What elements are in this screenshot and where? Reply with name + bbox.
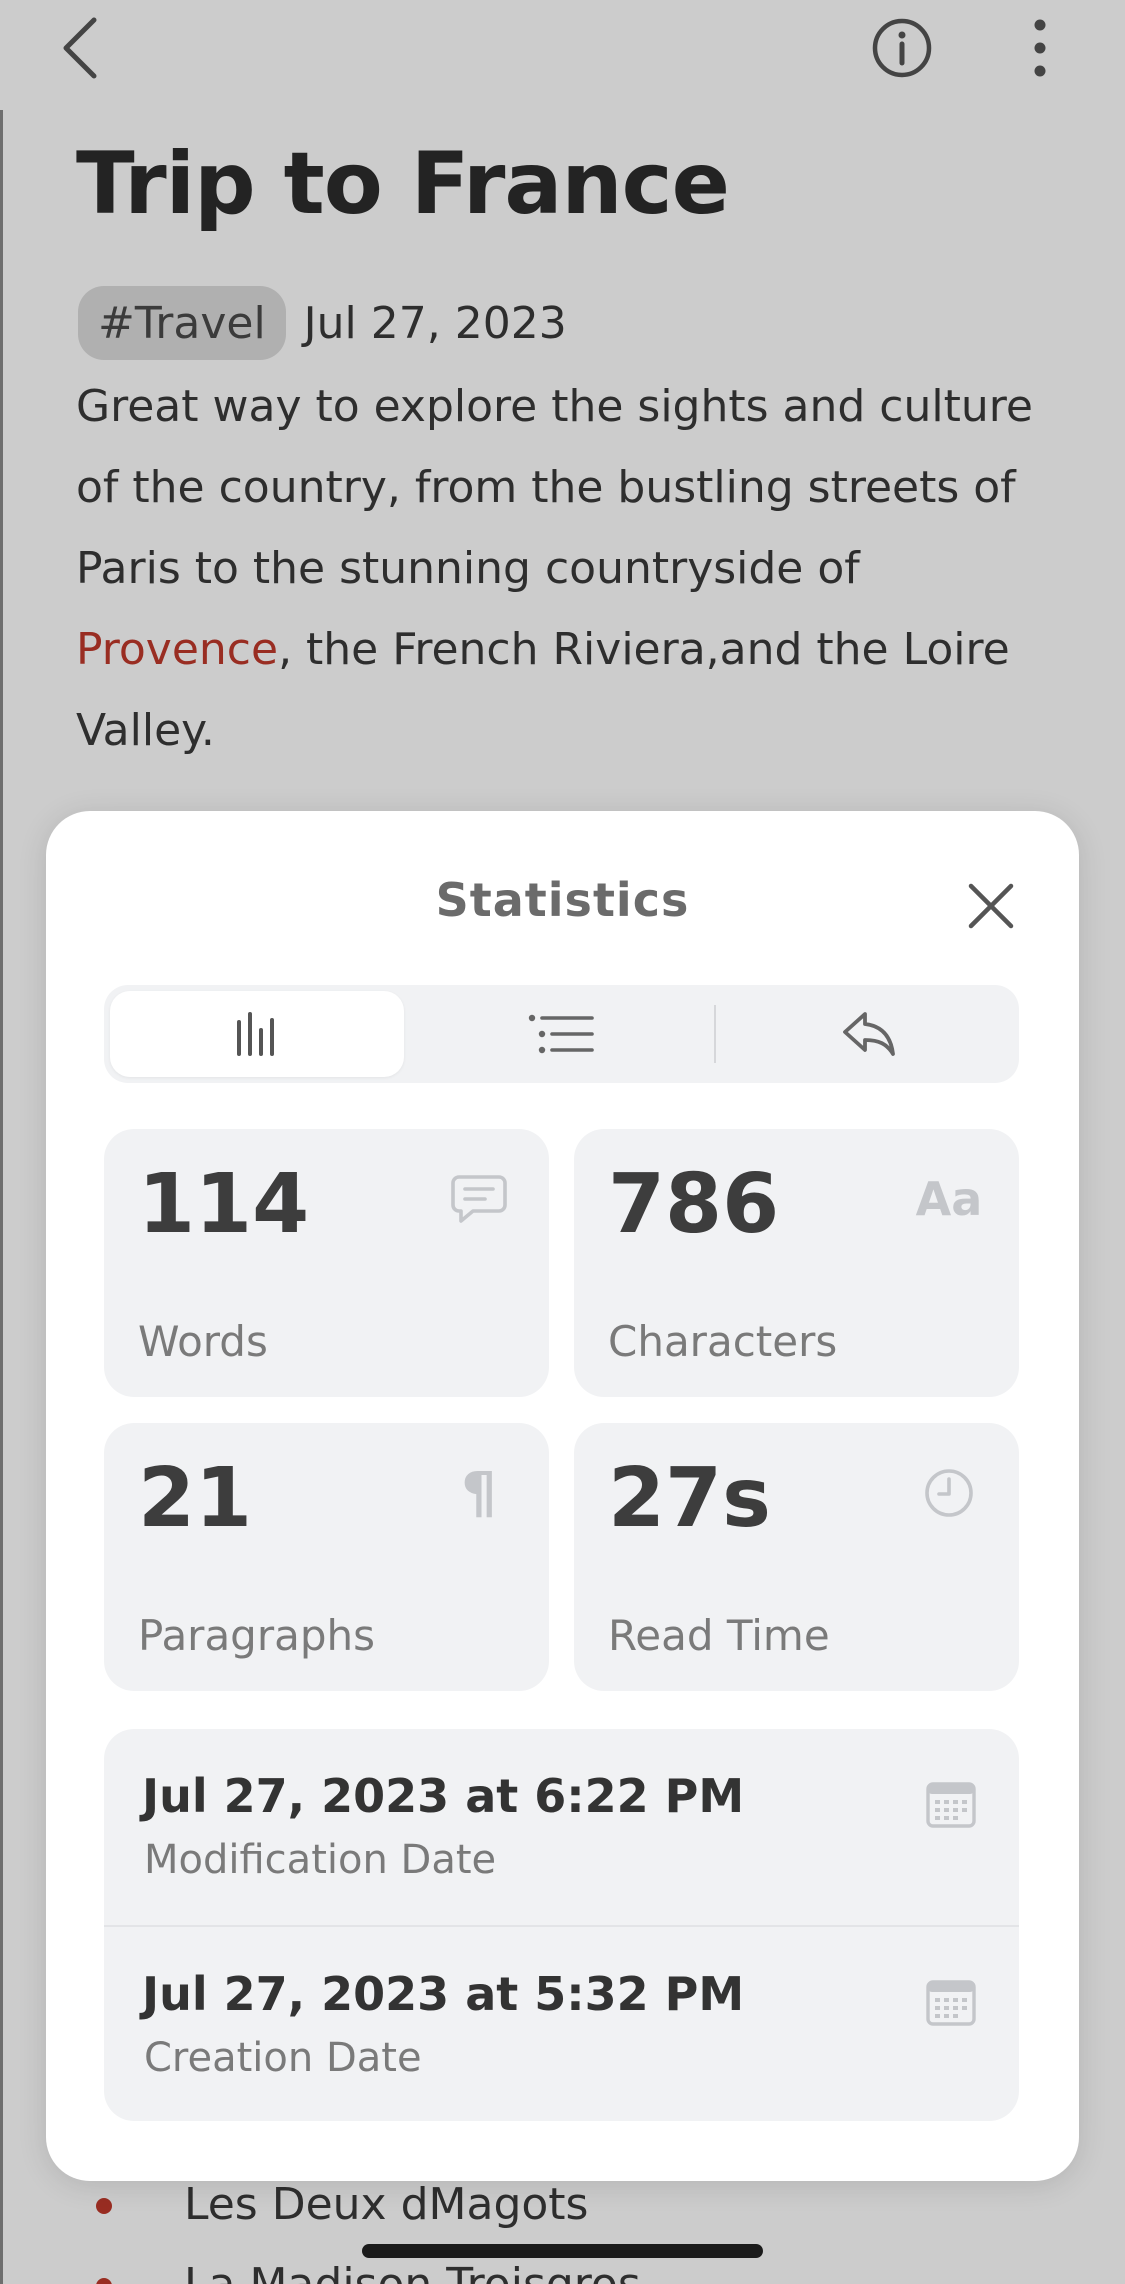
aa-glyph: Aa (915, 1172, 983, 1226)
creation-date-row: Jul 27, 2023 at 5:32 PM Creation Date (104, 1925, 1019, 2121)
stat-icon-wrapper (449, 1169, 509, 1229)
stat-value: 786 (608, 1157, 780, 1252)
reply-icon (843, 1012, 895, 1056)
date-label: Modification Date (144, 1837, 497, 1883)
close-button[interactable] (956, 871, 1026, 941)
sheet-title: Statistics (435, 873, 690, 927)
stat-label: Words (138, 1317, 268, 1366)
stat-value: 21 (138, 1451, 253, 1546)
stat-icon-wrapper (919, 1463, 979, 1523)
calendar-icon (926, 1980, 976, 2026)
statistics-sheet: Statistics 114 Words 786 Aa Characters 2… (46, 811, 1079, 2181)
pilcrow-icon: ¶ (449, 1460, 509, 1526)
date-value: Jul 27, 2023 at 5:32 PM (142, 1967, 745, 2021)
date-label: Creation Date (144, 2035, 422, 2081)
stat-card-words: 114 Words (104, 1129, 549, 1397)
stats-tab-control (104, 985, 1019, 1083)
close-icon (968, 883, 1014, 929)
home-indicator[interactable] (362, 2244, 763, 2258)
tab-statistics[interactable] (110, 991, 404, 1077)
pilcrow-glyph: ¶ (461, 1460, 497, 1526)
comment-icon (451, 1175, 507, 1223)
stat-label: Paragraphs (138, 1611, 376, 1660)
dates-group: Jul 27, 2023 at 6:22 PM Modification Dat… (104, 1729, 1019, 2121)
stat-card-characters: 786 Aa Characters (574, 1129, 1019, 1397)
stat-label: Read Time (608, 1611, 830, 1660)
date-value: Jul 27, 2023 at 6:22 PM (142, 1769, 745, 1823)
tab-divider (714, 1005, 716, 1063)
bar-chart-icon (237, 1012, 274, 1056)
stat-card-read-time: 27s Read Time (574, 1423, 1019, 1691)
stat-label: Characters (608, 1317, 838, 1366)
stat-value: 27s (608, 1451, 771, 1546)
clock-icon (925, 1469, 973, 1517)
stat-value: 114 (138, 1157, 310, 1252)
calendar-icon (926, 1782, 976, 1828)
list-icon (528, 1014, 594, 1054)
tab-outline[interactable] (414, 991, 708, 1077)
tab-backlinks[interactable] (724, 991, 1014, 1077)
stat-card-paragraphs: 21 ¶ Paragraphs (104, 1423, 549, 1691)
modification-date-row: Jul 27, 2023 at 6:22 PM Modification Dat… (104, 1729, 1019, 1925)
text-aa-icon: Aa (916, 1169, 983, 1229)
